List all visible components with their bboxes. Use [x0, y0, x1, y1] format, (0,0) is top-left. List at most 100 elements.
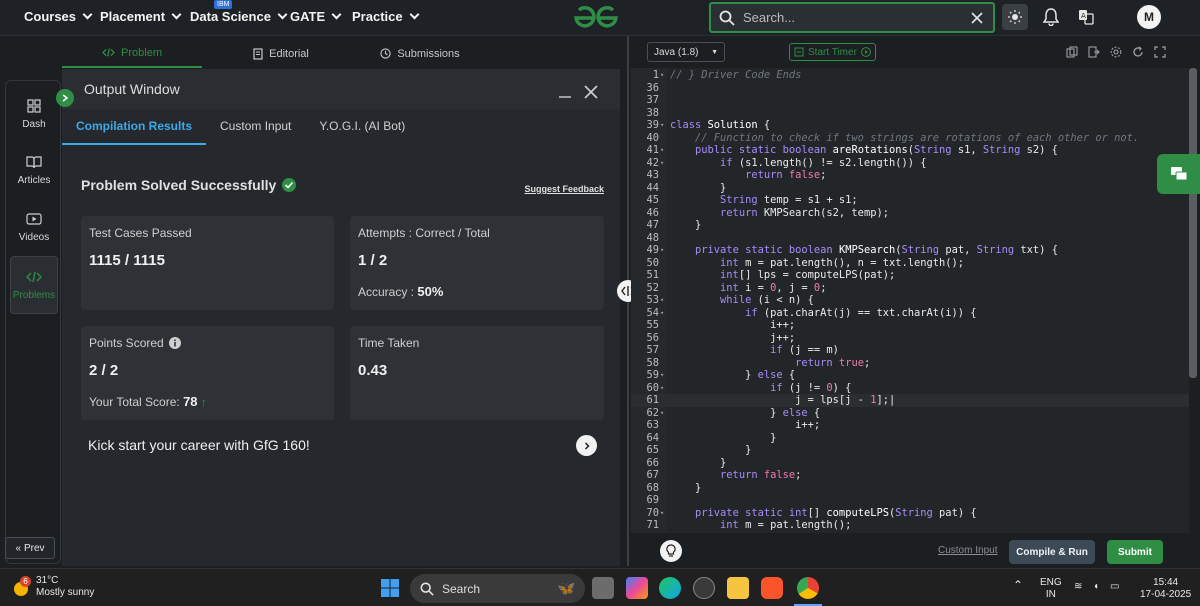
reset-icon[interactable]	[1132, 46, 1144, 58]
tab-compilation-results[interactable]: Compilation Results	[62, 111, 207, 145]
code-line[interactable]: 63 i++;	[631, 419, 1189, 432]
kick-start-button[interactable]	[576, 435, 597, 456]
battery-icon[interactable]: ▭	[1110, 581, 1119, 593]
code-line[interactable]: 52 int i = 0, j = 0;	[631, 282, 1189, 295]
code-line[interactable]: 62 ▾ } else {	[631, 407, 1189, 420]
compile-run-button[interactable]: Compile & Run	[1009, 540, 1095, 564]
fold-arrow-icon[interactable]: ▾	[660, 294, 664, 307]
tab-yogi-ai-bot[interactable]: Y.O.G.I. (AI Bot)	[305, 111, 419, 145]
tab-problem[interactable]: Problem	[62, 39, 202, 68]
fold-arrow-icon[interactable]: ▾	[660, 507, 664, 520]
code-line[interactable]: 46 return KMPSearch(s2, temp);	[631, 207, 1189, 220]
fold-arrow-icon[interactable]: ▾	[660, 144, 664, 157]
dell-icon[interactable]	[693, 577, 715, 599]
code-line[interactable]: 57 if (j == m)	[631, 344, 1189, 357]
sidebar-item-articles[interactable]: Articles	[6, 155, 62, 186]
code-line[interactable]: 70 ▾ private static int[] computeLPS(Stri…	[631, 507, 1189, 520]
gfg-logo[interactable]	[572, 4, 620, 35]
tab-custom-input[interactable]: Custom Input	[206, 111, 305, 145]
code-line[interactable]: 48	[631, 232, 1189, 245]
theme-toggle-button[interactable]	[1002, 4, 1028, 30]
code-line[interactable]: 58 return true;	[631, 357, 1189, 370]
fold-arrow-icon[interactable]: ▾	[660, 407, 664, 420]
copy-icon[interactable]	[1066, 46, 1078, 58]
fold-arrow-icon[interactable]: ▾	[660, 307, 664, 320]
code-line[interactable]: 43 return false;	[631, 169, 1189, 182]
editor-scrollbar[interactable]	[1189, 68, 1197, 378]
code-line[interactable]: 56 j++;	[631, 332, 1189, 345]
chevron-up-icon[interactable]: ⌃	[1013, 579, 1023, 591]
kick-start-banner[interactable]: Kick start your career with GfG 160!	[88, 437, 310, 453]
chat-button[interactable]	[1157, 154, 1200, 194]
fold-arrow-icon[interactable]: ▾	[660, 119, 664, 132]
code-editor[interactable]: 1 ▾// } Driver Code Ends 36 37 38 39 ▾ class So…	[631, 68, 1189, 533]
nav-practice[interactable]: Practice	[352, 9, 420, 24]
nav-courses[interactable]: Courses	[24, 9, 93, 24]
fold-arrow-icon[interactable]: ▾	[660, 369, 664, 382]
code-line[interactable]: 42 ▾ if (s1.length() != s2.length()) {	[631, 157, 1189, 170]
fold-arrow-icon[interactable]: ▾	[660, 69, 664, 82]
start-timer-button[interactable]: Start Timer	[789, 43, 876, 61]
code-line[interactable]: 47 }	[631, 219, 1189, 232]
prev-button[interactable]: « Prev	[5, 537, 55, 559]
taskbar-search[interactable]: Search 🦋	[410, 574, 585, 603]
submit-button[interactable]: Submit	[1107, 540, 1163, 564]
code-line[interactable]: 66 }	[631, 457, 1189, 470]
sidebar-item-videos[interactable]: Videos	[6, 212, 62, 243]
code-line[interactable]: 54 ▾ if (pat.charAt(j) == txt.charAt(i)) …	[631, 307, 1189, 320]
file-export-icon[interactable]	[1088, 46, 1100, 58]
fold-arrow-icon[interactable]: ▾	[660, 244, 664, 257]
code-line[interactable]: 45 String temp = s1 + s1;	[631, 194, 1189, 207]
minimize-icon[interactable]	[558, 85, 572, 99]
fold-arrow-icon[interactable]: ▾	[660, 157, 664, 170]
fold-arrow-icon[interactable]: ▾	[660, 382, 664, 395]
suggest-feedback-link[interactable]: Suggest Feedback	[524, 184, 604, 194]
clock[interactable]: 15:44 17-04-2025	[1140, 577, 1191, 601]
code-line[interactable]: 38	[631, 107, 1189, 120]
tab-submissions[interactable]: Submissions	[360, 39, 480, 68]
code-line[interactable]: 49 ▾ private static boolean KMPSearch(Str…	[631, 244, 1189, 257]
custom-input-link[interactable]: Custom Input	[938, 545, 997, 556]
code-line[interactable]: 64 }	[631, 432, 1189, 445]
code-line[interactable]: 53 ▾ while (i < n) {	[631, 294, 1189, 307]
code-line[interactable]: 41 ▾ public static boolean areRotations(S…	[631, 144, 1189, 157]
language-indicator[interactable]: ENG IN	[1040, 577, 1062, 601]
tab-editorial[interactable]: Editorial	[202, 39, 360, 68]
info-icon[interactable]	[168, 337, 181, 349]
code-line[interactable]: 1 ▾ // } Driver Code Ends	[631, 69, 1189, 82]
code-line[interactable]: 71 int m = pat.length();	[631, 519, 1189, 532]
translate-button[interactable]: A	[1076, 7, 1096, 27]
nav-data-science[interactable]: Data Science	[190, 9, 288, 24]
code-line[interactable]: 36	[631, 82, 1189, 95]
windows-start-button[interactable]	[379, 577, 401, 599]
settings-icon[interactable]	[1110, 46, 1122, 58]
collapse-button[interactable]	[56, 89, 74, 107]
code-line[interactable]: 44 }	[631, 182, 1189, 195]
code-line[interactable]: 68 }	[631, 482, 1189, 495]
sidebar-item-dash[interactable]: Dash	[6, 99, 62, 130]
file-explorer-icon[interactable]	[727, 577, 749, 599]
sidebar-item-problems[interactable]: Problems	[10, 256, 58, 314]
edge-icon[interactable]	[659, 577, 681, 599]
avatar[interactable]: M	[1137, 5, 1161, 29]
code-line[interactable]: 37	[631, 94, 1189, 107]
nav-gate[interactable]: GATE	[290, 9, 342, 24]
speaker-icon[interactable]: ◖	[1093, 581, 1099, 593]
code-line[interactable]: 60 ▾ if (j != 0) {	[631, 382, 1189, 395]
code-line[interactable]: 50 int m = pat.length(), n = txt.length(…	[631, 257, 1189, 270]
chrome-icon[interactable]	[797, 577, 819, 599]
code-line[interactable]: 67 return false;	[631, 469, 1189, 482]
code-line[interactable]: 61 j = lps[j - 1];|	[631, 394, 1189, 407]
code-line[interactable]: 39 ▾ class Solution {	[631, 119, 1189, 132]
close-icon[interactable]	[971, 11, 983, 24]
fullscreen-icon[interactable]	[1154, 46, 1166, 58]
weather-widget[interactable]: 6 31°C Mostly sunny	[12, 575, 94, 599]
notifications-button[interactable]	[1041, 7, 1061, 27]
search-box[interactable]	[709, 2, 995, 33]
search-input[interactable]	[743, 10, 963, 25]
code-line[interactable]: 40 // Function to check if two strings a…	[631, 132, 1189, 145]
code-line[interactable]: 59 ▾ } else {	[631, 369, 1189, 382]
code-line[interactable]: 55 i++;	[631, 319, 1189, 332]
nav-placement[interactable]: Placement	[100, 9, 182, 24]
task-view-icon[interactable]	[592, 577, 614, 599]
